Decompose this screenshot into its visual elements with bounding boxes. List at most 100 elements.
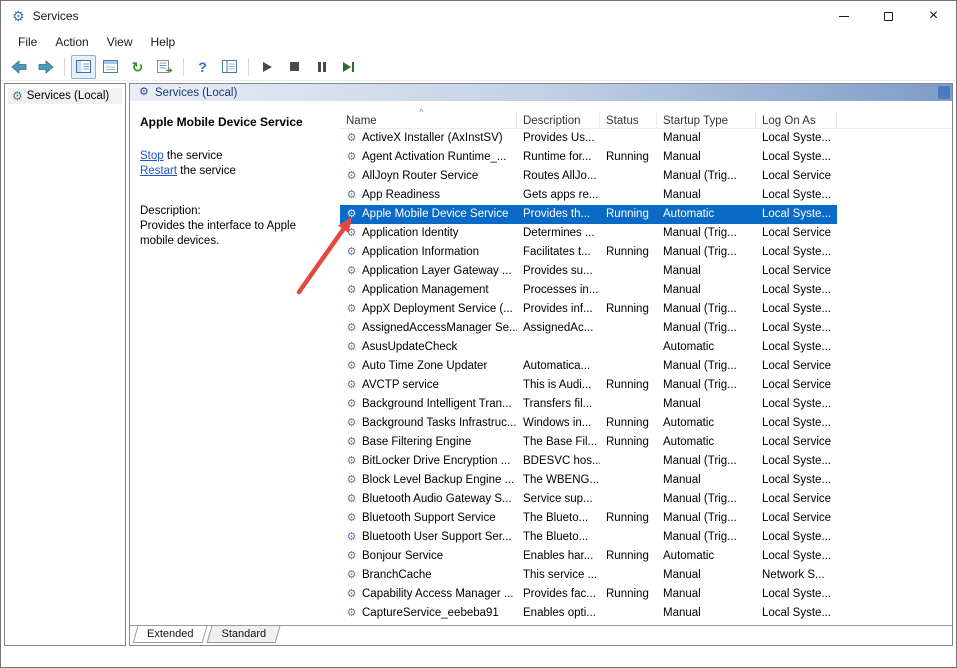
refresh-icon: ↻ [131,58,144,75]
table-row[interactable]: ⚙ ActiveX Installer (AxInstSV) Provides Us… [340,129,837,148]
console-root-icon: ⚙ [12,89,23,103]
table-row[interactable]: ⚙ Agent Activation Runtime_... Runtime for… [340,148,837,167]
table-row[interactable]: ⚙ Application Management Processes in... Ma… [340,281,837,300]
table-row[interactable]: ⚙ Background Intelligent Tran... Transfers… [340,395,837,414]
restart-service-button[interactable] [336,55,361,79]
service-name-cell: ⚙ BitLocker Drive Encryption ... [340,452,517,471]
tab-extended[interactable]: Extended [135,626,205,643]
table-row[interactable]: ⚙ Application Layer Gateway ... Provides s… [340,262,837,281]
service-startup-type-cell: Automatic [663,208,715,220]
menu-help[interactable]: Help [142,33,185,51]
table-row[interactable]: ⚙ AVCTP service This is Audi... Running Manu… [340,376,837,395]
refresh-button[interactable]: ↻ [125,55,150,79]
view-tab-bar: Extended Standard [130,625,952,645]
column-header-name[interactable]: ^ Name [340,107,517,128]
table-row[interactable]: ⚙ Capability Access Manager ... Provides f… [340,585,837,604]
service-description-cell: Enables opti... [523,607,596,619]
table-row[interactable]: ⚙ Background Tasks Infrastruc... Windows i… [340,414,837,433]
service-log-on-as-cell: Local Syste... [762,246,832,258]
table-row[interactable]: ⚙ Bluetooth User Support Ser... The Blueto… [340,528,837,547]
service-description-cell: The Blueto... [523,512,589,524]
restart-service-line: Restart the service [140,164,328,179]
table-row[interactable]: ⚙ Bluetooth Audio Gateway S... Service sup… [340,490,837,509]
table-row[interactable]: ⚙ BitLocker Drive Encryption ... BDESVC ho… [340,452,837,471]
show-hide-console-tree-button[interactable] [71,54,96,79]
service-name-text: Background Intelligent Tran... [362,398,512,410]
table-row[interactable]: ⚙ BranchCache This service ... Manual Networ… [340,566,837,585]
service-description-cell: Provides inf... [523,303,593,315]
service-name-text: Application Management [362,284,489,296]
description-label: Description: [140,205,201,217]
service-startup-type-cell: Manual [663,189,701,201]
column-header-log-on-as[interactable]: Log On As [756,111,837,128]
tab-standard[interactable]: Standard [209,626,278,643]
tree-item-services-local[interactable]: ⚙ Services (Local) [8,88,122,104]
column-header-description[interactable]: Description [517,111,600,128]
results-banner: ⚙ Services (Local) [130,84,952,101]
export-list-button[interactable] [152,55,177,79]
pause-service-button[interactable] [309,55,334,79]
service-startup-type-cell: Manual [663,284,701,296]
maximize-button[interactable] [866,1,911,31]
column-header-status[interactable]: Status [600,111,657,128]
table-row[interactable]: ⚙ AssignedAccessManager Se... AssignedAc..… [340,319,837,338]
forward-button[interactable] [33,55,58,79]
service-status-cell [600,129,657,148]
menu-view[interactable]: View [98,33,142,51]
service-name-cell: ⚙ CaptureService_eebeba91 [340,604,517,623]
table-row[interactable]: ⚙ Bluetooth Support Service The Blueto... R… [340,509,837,528]
stop-service-button[interactable] [282,55,307,79]
service-status-cell [600,490,657,509]
service-gear-icon: ⚙ [346,170,357,182]
table-row[interactable]: ⚙ Application Information Facilitates t...… [340,243,837,262]
service-name-cell: ⚙ Base Filtering Engine [340,433,517,452]
menu-bar: File Action View Help [1,31,956,53]
table-row[interactable]: ⚙ AppX Deployment Service (... Provides in… [340,300,837,319]
extended-view-button[interactable] [217,55,242,79]
service-gear-icon: ⚙ [346,417,357,429]
service-name-cell: ⚙ ActiveX Installer (AxInstSV) [340,129,517,148]
back-button[interactable] [6,55,31,79]
service-log-on-as-cell: Local Syste... [762,284,832,296]
table-row[interactable]: ⚙ AllJoyn Router Service Routes AllJo... Ma… [340,167,837,186]
service-status-cell: Running [606,550,649,562]
menu-file[interactable]: File [9,33,46,51]
service-name-text: Background Tasks Infrastruc... [362,417,517,429]
start-service-button[interactable] [255,55,280,79]
table-row[interactable]: ⚙ Base Filtering Engine The Base Fil... Run… [340,433,837,452]
stop-service-link[interactable]: Stop [140,150,164,162]
service-name-cell: ⚙ Bluetooth Audio Gateway S... [340,490,517,509]
menu-action[interactable]: Action [46,33,97,51]
table-row[interactable]: ⚙ Apple Mobile Device Service Provides th.… [340,205,837,224]
table-row[interactable]: ⚙ Auto Time Zone Updater Automatica... Manu… [340,357,837,376]
table-row[interactable]: ⚙ App Readiness Gets apps re... Manual Local… [340,186,837,205]
service-startup-type-cell: Manual (Trig... [663,303,737,315]
service-description-cell: Provides fac... [523,588,596,600]
restart-service-link[interactable]: Restart [140,165,177,177]
service-name-cell: ⚙ BranchCache [340,566,517,585]
table-row[interactable]: ⚙ AsusUpdateCheck Automatic Local Syste... [340,338,837,357]
minimize-button[interactable] [821,1,866,31]
table-row[interactable]: ⚙ CaptureService_eebeba91 Enables opti... M… [340,604,837,623]
service-description-cell: Provides Us... [523,132,595,144]
column-header-startup-type[interactable]: Startup Type [657,111,756,128]
table-row[interactable]: ⚙ Bonjour Service Enables har... Running Aut… [340,547,837,566]
service-gear-icon: ⚙ [346,531,357,543]
service-description-cell: Determines ... [523,227,595,239]
properties-button[interactable] [98,55,123,79]
service-name-cell: ⚙ Bluetooth User Support Ser... [340,528,517,547]
table-row[interactable]: ⚙ Application Identity Determines ... Manua… [340,224,837,243]
stop-link-suffix: the service [163,150,223,162]
close-button[interactable]: × [911,1,956,31]
service-gear-icon: ⚙ [346,246,357,258]
column-header-description-label: Description [523,115,581,127]
service-log-on-as-cell: Local Syste... [762,208,832,220]
service-log-on-as-cell: Local Syste... [762,151,832,163]
service-description-cell: Enables har... [523,550,594,562]
services-list-body: ⚙ ActiveX Installer (AxInstSV) Provides Us… [340,129,952,623]
service-startup-type-cell: Automatic [663,417,715,429]
service-startup-type-cell: Manual [663,569,701,581]
help-button[interactable]: ? [190,55,215,79]
service-startup-type-cell: Manual [663,607,701,619]
table-row[interactable]: ⚙ Block Level Backup Engine ... The WBENG.… [340,471,837,490]
